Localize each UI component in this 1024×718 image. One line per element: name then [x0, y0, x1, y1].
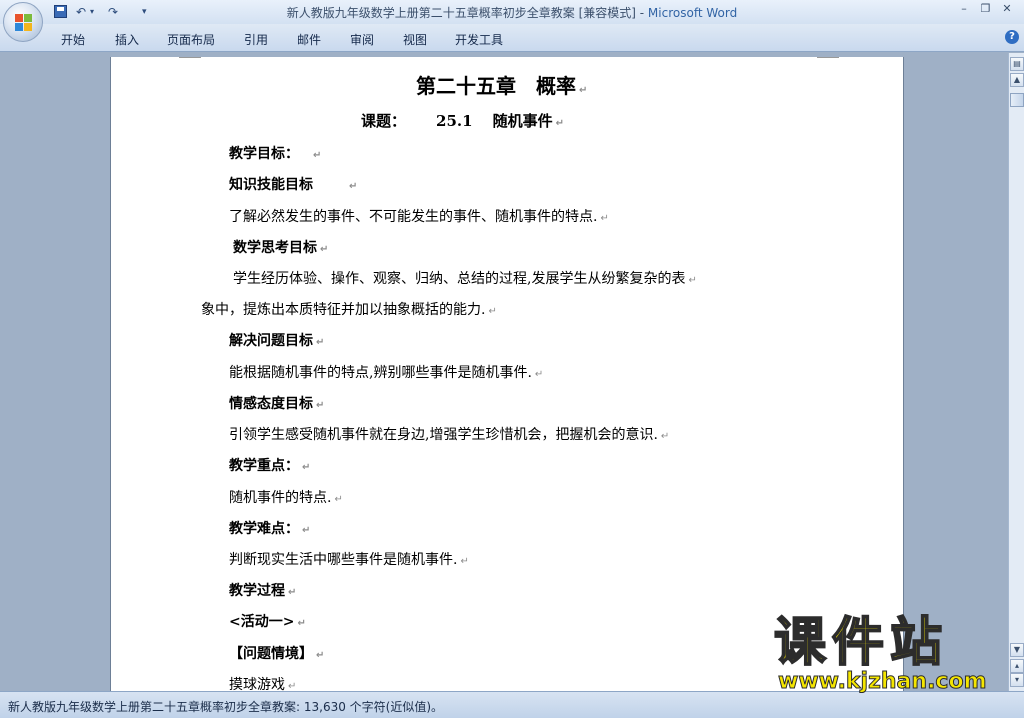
paragraph: 教学目标： ↵ — [229, 146, 322, 162]
previous-page-icon[interactable]: ▴ — [1010, 659, 1024, 673]
paragraph: 情感态度目标 ↵ — [229, 396, 325, 412]
lesson-title: 课题： 25.1 随机事件 ↵ — [361, 112, 564, 130]
crop-mark — [179, 57, 201, 58]
paragraph: 知识技能目标 ↵ — [229, 177, 358, 193]
paragraph: 能根据随机事件的特点,辨别哪些事件是随机事件. ↵ — [229, 365, 544, 381]
app-name: Microsoft Word — [647, 6, 738, 20]
ribbon-tabs: 开始 插入 页面布局 引用 邮件 审阅 视图 开发工具 ? — [0, 24, 1024, 52]
watermark-title: 课件站 — [773, 613, 949, 673]
paragraph: 教学难点： ↵ — [229, 521, 311, 537]
tab-developer[interactable]: 开发工具 — [455, 31, 503, 48]
tab-references[interactable]: 引用 — [244, 31, 268, 48]
scroll-up-icon[interactable]: ▲ — [1010, 73, 1024, 87]
paragraph: 学生经历体验、操作、观察、归纳、总结的过程,发展学生从纷繁复杂的表 ↵ — [233, 271, 697, 287]
paragraph: 随机事件的特点. ↵ — [229, 490, 343, 506]
document-title: 新人教版九年级数学上册第二十五章概率初步全章教案 [兼容模式] - — [286, 6, 648, 20]
watermark-url: www.kjzhan.com — [778, 669, 988, 694]
crop-mark — [817, 57, 839, 58]
office-button[interactable] — [3, 2, 43, 42]
paragraph: <活动一> ↵ — [229, 614, 306, 630]
paragraph: 摸球游戏 ↵ — [229, 677, 297, 691]
tab-home[interactable]: 开始 — [61, 31, 85, 48]
close-button[interactable]: ✕ — [998, 2, 1016, 15]
status-bar: 新人教版九年级数学上册第二十五章概率初步全章教案: 13,630 个字符(近似值… — [0, 691, 1024, 718]
paragraph: 【问题情境】 ↵ — [229, 646, 325, 662]
paragraph: 了解必然发生的事件、不可能发生的事件、随机事件的特点. ↵ — [229, 209, 609, 225]
restore-button[interactable]: ❐ — [977, 2, 995, 15]
tab-review[interactable]: 审阅 — [350, 31, 374, 48]
window-title: 新人教版九年级数学上册第二十五章概率初步全章教案 [兼容模式] - Micros… — [0, 4, 1024, 21]
minimize-button[interactable]: – — [955, 2, 973, 15]
watermark-logo: 课件站 www.kjzhan.com — [773, 613, 1010, 694]
paragraph: 象中，提炼出本质特征并加以抽象概括的能力. ↵ — [201, 302, 497, 318]
tab-view[interactable]: 视图 — [403, 31, 427, 48]
document-area: 第二十五章 概率 ↵ 课题： 25.1 随机事件 ↵ 教学目标： ↵ 知识技能目标 ↵ 了解… — [0, 53, 1008, 691]
scroll-down-icon[interactable]: ▼ — [1010, 643, 1024, 657]
next-page-icon[interactable]: ▾ — [1010, 673, 1024, 687]
window-controls: – ❐ ✕ — [955, 2, 1016, 15]
tab-mailings[interactable]: 邮件 — [297, 31, 321, 48]
vertical-scrollbar[interactable]: ▤ ▲ ▼ ▴ ▾ — [1008, 53, 1024, 691]
paragraph: 教学重点： ↵ — [229, 458, 311, 474]
tab-insert[interactable]: 插入 — [115, 31, 139, 48]
office-logo-icon — [15, 14, 33, 32]
tab-page-layout[interactable]: 页面布局 — [167, 31, 215, 48]
scrollbar-thumb[interactable] — [1010, 93, 1024, 107]
view-ruler-icon[interactable]: ▤ — [1010, 57, 1024, 71]
help-icon[interactable]: ? — [1005, 30, 1019, 44]
paragraph: 判断现实生活中哪些事件是随机事件. ↵ — [229, 552, 469, 568]
paragraph: 解决问题目标 ↵ — [229, 333, 325, 349]
document-page[interactable]: 第二十五章 概率 ↵ 课题： 25.1 随机事件 ↵ 教学目标： ↵ 知识技能目标 ↵ 了解… — [110, 57, 904, 691]
chapter-title: 第二十五章 概率 ↵ — [416, 74, 588, 98]
paragraph: 引领学生感受随机事件就在身边,增强学生珍惜机会，把握机会的意识. ↵ — [229, 427, 670, 443]
status-text: 新人教版九年级数学上册第二十五章概率初步全章教案: 13,630 个字符(近似值… — [8, 700, 444, 714]
paragraph: 数学思考目标 ↵ — [233, 240, 329, 256]
paragraph: 教学过程 ↵ — [229, 583, 297, 599]
title-bar: ↶ ▾ ↷ ▾ 新人教版九年级数学上册第二十五章概率初步全章教案 [兼容模式] … — [0, 0, 1024, 24]
